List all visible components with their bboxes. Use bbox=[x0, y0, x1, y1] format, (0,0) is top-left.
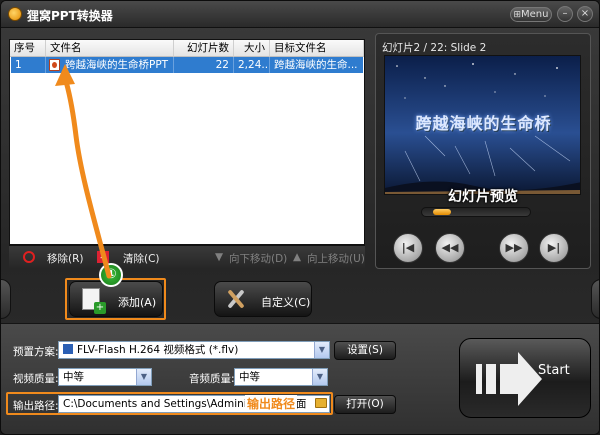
rewind-icon: ◀◀ bbox=[441, 241, 459, 254]
preview-annotation: 幻灯片预览 bbox=[448, 189, 518, 205]
col-header-index[interactable]: 序号 bbox=[10, 40, 46, 57]
close-icon: × bbox=[580, 8, 590, 19]
cell-target: 跨越海峡的生命... bbox=[274, 59, 358, 71]
audio-quality-select[interactable]: 中等 ▼ bbox=[234, 368, 328, 386]
play-arrow-icon bbox=[476, 352, 542, 406]
video-quality-value: 中等 bbox=[63, 371, 84, 383]
gear-icon: ⊞ bbox=[513, 10, 522, 20]
flv-format-icon bbox=[63, 344, 73, 354]
settings-button[interactable]: 设置(S) bbox=[334, 341, 396, 360]
left-side-tab bbox=[1, 279, 11, 319]
app-window: 狸窝PPT转换器 ⊞Menu – × 序号 文件名 幻灯片数 大小 目标文件名 … bbox=[0, 0, 600, 435]
chevron-down-icon[interactable]: ▼ bbox=[312, 369, 327, 385]
window-title: 狸窝PPT转换器 bbox=[27, 9, 113, 23]
col-header-size[interactable]: 大小 bbox=[234, 40, 270, 57]
chevron-down-icon[interactable]: ▼ bbox=[136, 369, 151, 385]
open-button[interactable]: 打开(O) bbox=[334, 395, 396, 414]
cell-slides: 22 bbox=[174, 57, 234, 73]
start-button[interactable] bbox=[459, 338, 591, 418]
minimize-icon: – bbox=[562, 8, 568, 19]
move-up-button[interactable]: ▲ 向上移动(U) bbox=[293, 250, 365, 266]
preset-select[interactable]: FLV-Flash H.264 视频格式 (*.flv) ▼ bbox=[58, 341, 330, 359]
move-down-button[interactable]: ▼ 向下移动(D) bbox=[215, 250, 287, 266]
audio-quality-label: 音频质量: bbox=[189, 373, 235, 385]
video-quality-label: 视频质量: bbox=[13, 373, 59, 385]
fast-forward-icon: ▶▶ bbox=[505, 241, 523, 254]
output-path-annotation: 输出路径 bbox=[245, 395, 298, 412]
preview-slide-label: 幻灯片2 / 22: Slide 2 bbox=[382, 42, 487, 54]
col-header-target[interactable]: 目标文件名 bbox=[270, 40, 364, 57]
arrow-down-icon: ▼ bbox=[215, 251, 224, 263]
remove-icon bbox=[23, 251, 35, 263]
skip-forward-icon: ▶| bbox=[547, 241, 561, 254]
col-header-filename[interactable]: 文件名 bbox=[46, 40, 174, 57]
folder-icon[interactable] bbox=[315, 398, 327, 408]
first-slide-button[interactable]: |◀ bbox=[393, 233, 423, 263]
move-up-label: 向上移动(U) bbox=[307, 253, 365, 265]
custom-button-label: 自定义(C) bbox=[261, 296, 311, 309]
chevron-down-icon[interactable]: ▼ bbox=[314, 342, 329, 358]
custom-button[interactable]: 自定义(C) bbox=[214, 281, 312, 317]
next-slide-button[interactable]: ▶▶ bbox=[499, 233, 529, 263]
skip-back-icon: |◀ bbox=[401, 241, 415, 254]
menu-button[interactable]: ⊞Menu bbox=[510, 7, 552, 22]
audio-quality-value: 中等 bbox=[239, 371, 260, 383]
close-button[interactable]: × bbox=[577, 6, 593, 22]
preset-label: 预置方案: bbox=[13, 346, 59, 358]
preview-slider-knob[interactable] bbox=[432, 209, 451, 215]
tools-icon bbox=[225, 288, 247, 310]
app-logo-icon bbox=[8, 7, 22, 21]
right-side-tab bbox=[591, 279, 599, 319]
menu-button-label: Menu bbox=[521, 9, 549, 20]
minimize-button[interactable]: – bbox=[557, 6, 573, 22]
move-down-label: 向下移动(D) bbox=[229, 253, 288, 265]
slide-title-text: 跨越海峡的生命桥 bbox=[415, 114, 552, 133]
preset-value: FLV-Flash H.264 视频格式 (*.flv) bbox=[77, 344, 239, 356]
cell-size: 2,24... bbox=[234, 57, 270, 73]
last-slide-button[interactable]: ▶| bbox=[539, 233, 569, 263]
title-bar: 狸窝PPT转换器 ⊞Menu – × bbox=[1, 1, 599, 28]
annotation-arrow bbox=[55, 64, 112, 279]
prev-slide-button[interactable]: ◀◀ bbox=[435, 233, 465, 263]
col-header-slides[interactable]: 幻灯片数 bbox=[174, 40, 234, 57]
slide-preview-image: 跨越海峡的生命桥 bbox=[384, 55, 581, 195]
video-quality-select[interactable]: 中等 ▼ bbox=[58, 368, 152, 386]
arrow-up-icon: ▲ bbox=[293, 251, 302, 263]
start-button-label: Start bbox=[538, 363, 570, 378]
output-path-label: 输出路径: bbox=[13, 400, 59, 412]
